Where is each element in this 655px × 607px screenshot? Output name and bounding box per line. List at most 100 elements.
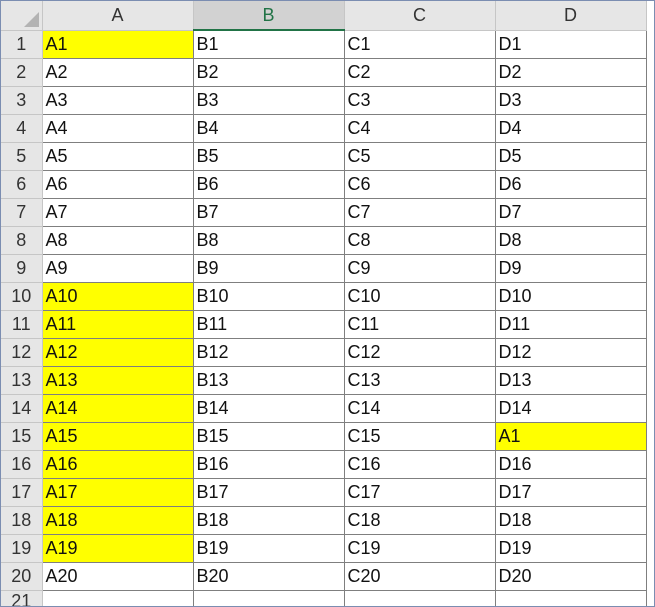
cell-c11[interactable]: C11: [344, 310, 496, 339]
row-header[interactable]: 9: [1, 254, 43, 283]
cell-b13[interactable]: B13: [193, 366, 345, 395]
cell-a18[interactable]: A18: [41, 506, 194, 535]
column-header-c[interactable]: C: [344, 1, 496, 31]
cell-c14[interactable]: C14: [344, 394, 496, 423]
cell-b16[interactable]: B16: [193, 450, 345, 479]
cell-d9[interactable]: D9: [495, 254, 647, 283]
cell-d5[interactable]: D5: [495, 142, 647, 171]
cell-c8[interactable]: C8: [344, 226, 496, 255]
cell-d8[interactable]: D8: [495, 226, 647, 255]
cell-a8[interactable]: A8: [41, 226, 194, 255]
cell-d2[interactable]: D2: [495, 58, 647, 87]
cell-a13[interactable]: A13: [41, 366, 194, 395]
cell-b6[interactable]: B6: [193, 170, 345, 199]
cell-c1[interactable]: C1: [344, 29, 496, 59]
cell-d10[interactable]: D10: [495, 282, 647, 311]
row-header[interactable]: 13: [1, 366, 43, 395]
cell-d16[interactable]: D16: [495, 450, 647, 479]
cell-a6[interactable]: A6: [41, 170, 194, 199]
cell-c12[interactable]: C12: [344, 338, 496, 367]
cell-b12[interactable]: B12: [193, 338, 345, 367]
cell-c15[interactable]: C15: [344, 422, 496, 451]
cell-a19[interactable]: A19: [41, 534, 194, 563]
cell-a16[interactable]: A16: [41, 450, 194, 479]
row-header[interactable]: 19: [1, 534, 43, 563]
cell-d12[interactable]: D12: [495, 338, 647, 367]
select-all-button[interactable]: [1, 1, 43, 31]
cell-b17[interactable]: B17: [193, 478, 345, 507]
cell-b15[interactable]: B15: [193, 422, 345, 451]
column-header-d[interactable]: D: [495, 1, 647, 31]
row-header[interactable]: 7: [1, 198, 43, 227]
cell-a20[interactable]: A20: [41, 562, 194, 591]
cell-c20[interactable]: C20: [344, 562, 496, 591]
row-header[interactable]: 12: [1, 338, 43, 367]
cell-a14[interactable]: A14: [41, 394, 194, 423]
cell-c2[interactable]: C2: [344, 58, 496, 87]
cell-c4[interactable]: C4: [344, 114, 496, 143]
row-header[interactable]: 1: [1, 30, 43, 59]
cell-c17[interactable]: C17: [344, 478, 496, 507]
cell-c6[interactable]: C6: [344, 170, 496, 199]
cell-d18[interactable]: D18: [495, 506, 647, 535]
cell-c3[interactable]: C3: [344, 86, 496, 115]
cell-b19[interactable]: B19: [193, 534, 345, 563]
cell-a10[interactable]: A10: [41, 282, 194, 311]
cell-a3[interactable]: A3: [41, 86, 194, 115]
cell-c19[interactable]: C19: [344, 534, 496, 563]
row-header[interactable]: 20: [1, 562, 43, 591]
cell-b9[interactable]: B9: [193, 254, 345, 283]
row-header[interactable]: 21: [1, 590, 43, 606]
cell-d13[interactable]: D13: [495, 366, 647, 395]
cell-d11[interactable]: D11: [495, 310, 647, 339]
row-header[interactable]: 16: [1, 450, 43, 479]
cell-c13[interactable]: C13: [344, 366, 496, 395]
cell-d17[interactable]: D17: [495, 478, 647, 507]
cell-b20[interactable]: B20: [193, 562, 345, 591]
column-header-a[interactable]: A: [42, 1, 194, 31]
cell-d1[interactable]: D1: [495, 29, 647, 59]
cell-b5[interactable]: B5: [193, 142, 345, 171]
row-header[interactable]: 18: [1, 506, 43, 535]
row-header[interactable]: 14: [1, 394, 43, 423]
cell-partial[interactable]: [344, 590, 496, 606]
row-header[interactable]: 15: [1, 422, 43, 451]
column-header-b[interactable]: B: [193, 1, 345, 31]
cell-d14[interactable]: D14: [495, 394, 647, 423]
row-header[interactable]: 3: [1, 86, 43, 115]
cell-b18[interactable]: B18: [193, 506, 345, 535]
cell-a17[interactable]: A17: [41, 478, 194, 507]
cell-b14[interactable]: B14: [193, 394, 345, 423]
cell-a11[interactable]: A11: [41, 310, 194, 339]
cell-d19[interactable]: D19: [495, 534, 647, 563]
cell-partial[interactable]: [193, 590, 345, 606]
cell-d6[interactable]: D6: [495, 170, 647, 199]
row-header[interactable]: 4: [1, 114, 43, 143]
cell-b3[interactable]: B3: [193, 86, 345, 115]
cell-a7[interactable]: A7: [41, 198, 194, 227]
row-header[interactable]: 10: [1, 282, 43, 311]
cell-c16[interactable]: C16: [344, 450, 496, 479]
row-header[interactable]: 6: [1, 170, 43, 199]
cell-b7[interactable]: B7: [193, 198, 345, 227]
cell-a1[interactable]: A1: [41, 29, 194, 59]
cell-c10[interactable]: C10: [344, 282, 496, 311]
cell-a5[interactable]: A5: [41, 142, 194, 171]
cell-a12[interactable]: A12: [41, 338, 194, 367]
cell-c9[interactable]: C9: [344, 254, 496, 283]
cell-c18[interactable]: C18: [344, 506, 496, 535]
cell-partial[interactable]: [495, 590, 647, 606]
cell-a15[interactable]: A15: [41, 422, 194, 451]
cell-c7[interactable]: C7: [344, 198, 496, 227]
cell-a2[interactable]: A2: [41, 58, 194, 87]
cell-b11[interactable]: B11: [193, 310, 345, 339]
row-header[interactable]: 17: [1, 478, 43, 507]
cell-partial[interactable]: [41, 590, 194, 606]
cell-d20[interactable]: D20: [495, 562, 647, 591]
row-header[interactable]: 11: [1, 310, 43, 339]
row-header[interactable]: 5: [1, 142, 43, 171]
cell-c5[interactable]: C5: [344, 142, 496, 171]
cell-a4[interactable]: A4: [41, 114, 194, 143]
row-header[interactable]: 2: [1, 58, 43, 87]
row-header[interactable]: 8: [1, 226, 43, 255]
